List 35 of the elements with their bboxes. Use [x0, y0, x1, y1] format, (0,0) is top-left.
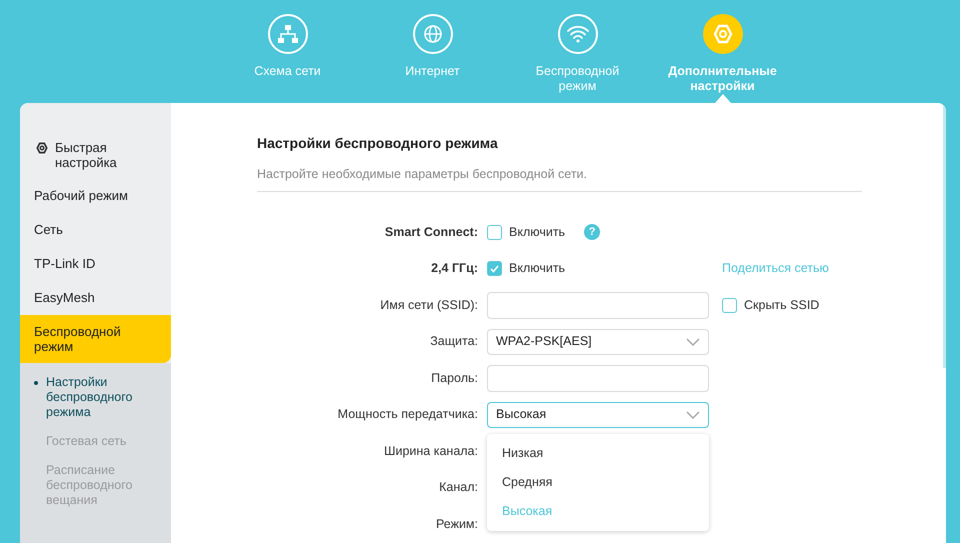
sidebar-item[interactable]: Рабочий режим: [20, 179, 171, 213]
select-field[interactable]: WPA2-PSK[AES]: [487, 328, 709, 354]
field-label: Мощность передатчика:: [336, 406, 479, 424]
field-label: Пароль:: [430, 370, 479, 387]
checkbox[interactable]: [722, 298, 737, 312]
bullet-icon: [34, 381, 38, 385]
checkbox-label: Включить: [509, 260, 566, 278]
select-field[interactable]: Высокая: [487, 402, 709, 428]
field-label: Режим:: [434, 516, 479, 533]
sidebar-item[interactable]: Беспроводной режим: [20, 315, 171, 363]
checkmark-icon: [490, 264, 499, 272]
chevron-down-icon: [686, 410, 700, 418]
field-label: Канал:: [438, 479, 479, 496]
section-subtitle: Настройте необходимые параметры беспроводной сети.: [257, 165, 862, 192]
field-label: Защита:: [429, 333, 479, 350]
dropdown-option[interactable]: Средняя: [487, 468, 709, 498]
field-label: Smart Connect:: [384, 224, 479, 241]
sidebar-item[interactable]: Сеть: [20, 213, 171, 247]
field-label: 2,4 ГГц:: [430, 260, 479, 278]
checkbox-label: Скрыть SSID: [744, 296, 820, 314]
input-field[interactable]: [487, 364, 709, 392]
gear-icon: [34, 141, 50, 155]
sidebar-item[interactable]: TP-Link ID: [20, 247, 171, 281]
checkbox-label: Включить: [509, 224, 566, 241]
sidebar-item[interactable]: Быстрая настройка: [20, 131, 171, 179]
input-field[interactable]: [487, 292, 709, 318]
field-label: Ширина канала:: [383, 442, 479, 460]
section-title: Настройки беспроводного режима: [257, 134, 499, 153]
checkbox[interactable]: [487, 261, 502, 276]
checkbox[interactable]: [487, 224, 502, 240]
chevron-down-icon: [686, 338, 700, 346]
dropdown-option[interactable]: Низкая: [487, 439, 709, 468]
sidebar-item[interactable]: EasyMesh: [20, 281, 171, 315]
field-label: Имя сети (SSID):: [379, 296, 479, 314]
submenu-item[interactable]: Настройки беспроводного режима: [20, 368, 171, 427]
